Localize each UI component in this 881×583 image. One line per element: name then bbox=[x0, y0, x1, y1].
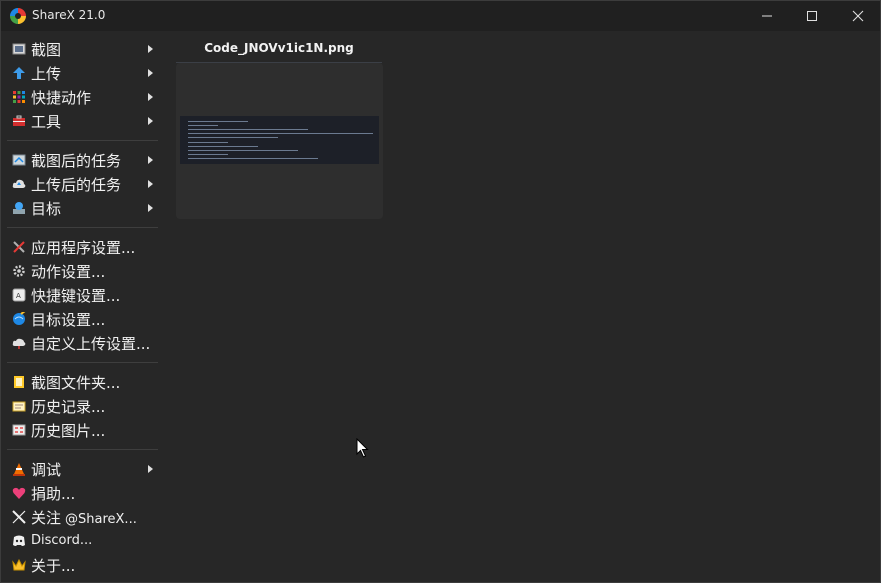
menu-item-label: 截图后的任务 bbox=[31, 152, 122, 170]
follow-label: 关注 bbox=[31, 509, 62, 527]
menu-separator bbox=[1, 220, 166, 235]
menu-item-history[interactable]: 历史记录... bbox=[1, 394, 166, 418]
menu-item-label: 上传 bbox=[31, 65, 62, 83]
folder-icon bbox=[12, 375, 26, 389]
traffic-cone-icon bbox=[12, 462, 26, 476]
menu-item-destination-settings[interactable]: 目标设置... bbox=[1, 307, 166, 331]
after-upload-cloud-icon bbox=[12, 177, 26, 191]
cloud-icon bbox=[12, 336, 26, 350]
menu-item-label: 目标 bbox=[31, 200, 62, 218]
menu-item-after-upload-tasks[interactable]: 上传后的任务 bbox=[1, 172, 166, 196]
menu-separator bbox=[1, 355, 166, 370]
submenu-arrow-icon bbox=[148, 45, 153, 53]
keyboard-key-icon: A bbox=[12, 288, 26, 302]
submenu-arrow-icon bbox=[148, 156, 153, 164]
menu-item-label: 快捷动作 bbox=[31, 89, 92, 107]
submenu-arrow-icon bbox=[148, 93, 153, 101]
discord-icon bbox=[12, 534, 26, 548]
menu-item-label: 自定义上传设置... bbox=[31, 335, 151, 353]
workflow-grid-icon bbox=[12, 90, 26, 104]
minimize-icon bbox=[762, 15, 772, 17]
menu-item-label: 工具 bbox=[31, 113, 62, 131]
menu-separator bbox=[1, 133, 166, 148]
submenu-arrow-icon bbox=[148, 117, 153, 125]
menu-item-donate[interactable]: 捐助... bbox=[1, 481, 166, 505]
close-icon bbox=[852, 10, 864, 22]
maximize-icon bbox=[807, 11, 817, 21]
sharex-main-window: ShareX 21.0 截图 上传 快捷动作 工具 截图后的任务 上传后的任务 … bbox=[0, 0, 881, 583]
sharex-logo-icon bbox=[10, 8, 26, 24]
menu-item-label: 目标设置... bbox=[31, 311, 106, 329]
menu-item-label: 关注 @ShareX... bbox=[31, 507, 137, 528]
menu-item-image-history[interactable]: 历史图片... bbox=[1, 418, 166, 442]
menu-item-screenshots-folder[interactable]: 截图文件夹... bbox=[1, 370, 166, 394]
thumbnail-filename[interactable]: Code_JNOVv1ic1N.png bbox=[176, 41, 382, 55]
image-history-icon bbox=[12, 423, 26, 437]
menu-item-custom-uploader-settings[interactable]: 自定义上传设置... bbox=[1, 331, 166, 355]
maximize-button[interactable] bbox=[789, 1, 835, 31]
submenu-arrow-icon bbox=[148, 180, 153, 188]
screenshot-thumbnail[interactable] bbox=[176, 63, 383, 219]
menu-item-label: 截图文件夹... bbox=[31, 374, 121, 392]
menu-separator bbox=[1, 442, 166, 457]
toolbox-icon bbox=[12, 114, 26, 128]
minimize-button[interactable] bbox=[744, 1, 790, 31]
menu-item-label: 历史记录... bbox=[31, 398, 106, 416]
menu-item-label: 上传后的任务 bbox=[31, 176, 122, 194]
submenu-arrow-icon bbox=[148, 465, 153, 473]
menu-item-label: 动作设置... bbox=[31, 263, 106, 281]
x-logo-icon bbox=[12, 510, 26, 524]
upload-arrow-icon bbox=[12, 66, 26, 80]
menu-item-label: 历史图片... bbox=[31, 422, 106, 440]
menu-item-label: 快捷键设置... bbox=[31, 287, 121, 305]
menu-item-label: 捐助... bbox=[31, 485, 76, 503]
menu-item-follow-x[interactable]: 关注 @ShareX... bbox=[1, 505, 166, 529]
thumbnail-image bbox=[180, 116, 379, 164]
after-capture-icon bbox=[12, 153, 26, 167]
menu-item-application-settings[interactable]: 应用程序设置... bbox=[1, 235, 166, 259]
capture-icon bbox=[12, 42, 26, 56]
submenu-arrow-icon bbox=[148, 204, 153, 212]
menu-item-destinations[interactable]: 目标 bbox=[1, 196, 166, 220]
history-card-icon bbox=[12, 399, 26, 413]
menu-item-upload[interactable]: 上传 bbox=[1, 61, 166, 85]
wrench-screwdriver-icon bbox=[12, 240, 26, 254]
svg-text:A: A bbox=[16, 292, 21, 300]
crown-icon bbox=[12, 558, 26, 572]
menu-item-label: 关于... bbox=[31, 557, 76, 575]
heart-icon bbox=[12, 486, 26, 500]
main-menu: 截图 上传 快捷动作 工具 截图后的任务 上传后的任务 目标 应用程序设置...… bbox=[1, 37, 166, 577]
gear-icon bbox=[12, 264, 26, 278]
menu-item-label: 截图 bbox=[31, 41, 62, 59]
menu-item-capture[interactable]: 截图 bbox=[1, 37, 166, 61]
close-button[interactable] bbox=[835, 1, 880, 31]
follow-handle: @ShareX... bbox=[65, 512, 137, 527]
menu-item-tools[interactable]: 工具 bbox=[1, 109, 166, 133]
menu-item-workflows[interactable]: 快捷动作 bbox=[1, 85, 166, 109]
destinations-icon bbox=[12, 201, 26, 215]
mouse-cursor-icon bbox=[356, 438, 369, 458]
menu-item-debug[interactable]: 调试 bbox=[1, 457, 166, 481]
menu-item-label: 应用程序设置... bbox=[31, 239, 136, 257]
menu-item-task-settings[interactable]: 动作设置... bbox=[1, 259, 166, 283]
window-title: ShareX 21.0 bbox=[32, 8, 106, 22]
submenu-arrow-icon bbox=[148, 69, 153, 77]
menu-item-about[interactable]: 关于... bbox=[1, 553, 166, 577]
menu-item-label: Discord... bbox=[31, 533, 93, 548]
globe-pencil-icon bbox=[12, 312, 26, 326]
menu-item-hotkey-settings[interactable]: A 快捷键设置... bbox=[1, 283, 166, 307]
menu-item-discord[interactable]: Discord... bbox=[1, 529, 166, 553]
title-bar[interactable]: ShareX 21.0 bbox=[1, 1, 880, 31]
menu-item-after-capture-tasks[interactable]: 截图后的任务 bbox=[1, 148, 166, 172]
menu-item-label: 调试 bbox=[31, 461, 62, 479]
